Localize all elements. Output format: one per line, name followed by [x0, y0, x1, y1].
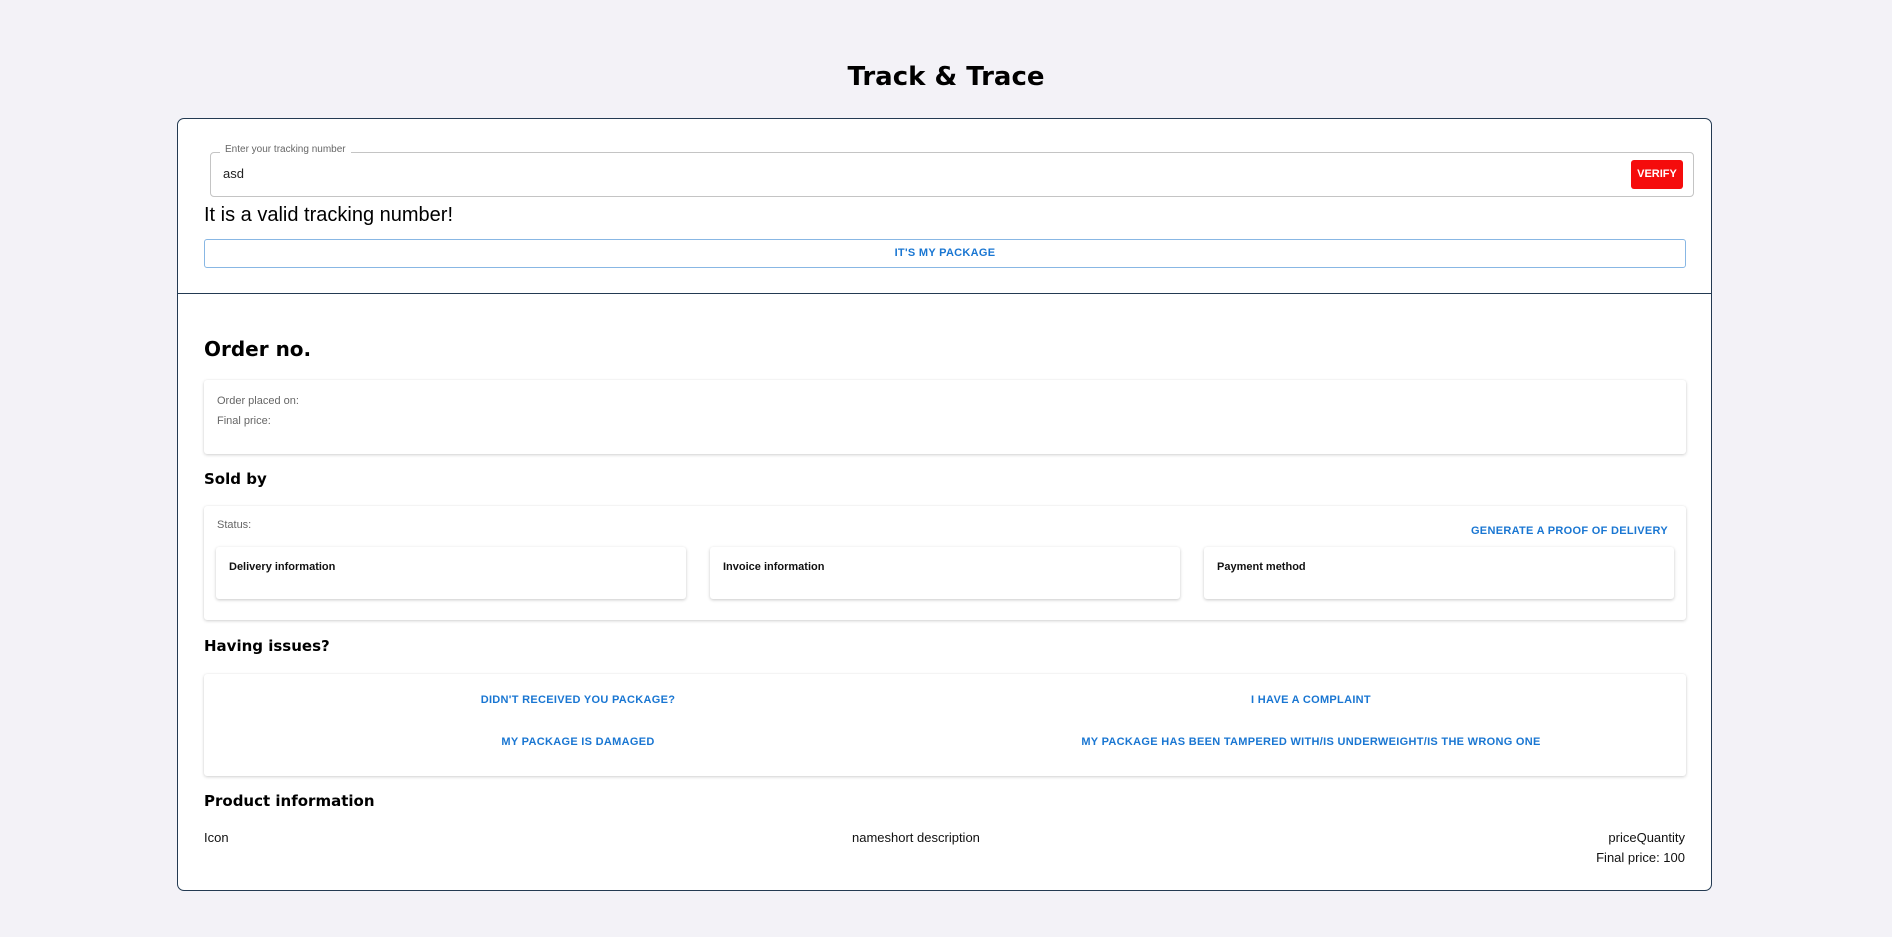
damaged-button[interactable]: MY PACKAGE IS DAMAGED — [501, 736, 654, 748]
having-issues-title: Having issues? — [204, 637, 330, 655]
status-label: Status: — [217, 519, 252, 531]
complaint-button[interactable]: I HAVE A COMPLAINT — [1251, 694, 1371, 706]
final-price-label: Final price: — [217, 415, 271, 427]
product-name-column: nameshort description — [852, 830, 980, 845]
sold-by-panel: Status: GENERATE A PROOF OF DELIVERY Del… — [204, 506, 1686, 620]
product-info-title: Product information — [204, 792, 375, 810]
tracking-number-label: Enter your tracking number — [220, 144, 351, 155]
track-card: Enter your tracking number asd VERIFY It… — [177, 118, 1712, 891]
order-summary-panel: Order placed on: Final price: — [204, 380, 1686, 454]
verify-button[interactable]: VERIFY — [1631, 160, 1683, 189]
validation-message: It is a valid tracking number! — [204, 204, 453, 226]
invoice-info-card: Invoice information — [710, 547, 1180, 599]
delivery-info-label: Delivery information — [229, 561, 336, 573]
order-title: Order no. — [204, 337, 312, 361]
not-received-button[interactable]: DIDN'T RECEIVED YOU PACKAGE? — [481, 694, 676, 706]
product-icon-column: Icon — [204, 830, 229, 845]
invoice-info-label: Invoice information — [723, 561, 825, 573]
tampered-button[interactable]: MY PACKAGE HAS BEEN TAMPERED WITH/IS UND… — [1081, 736, 1540, 748]
its-my-package-button[interactable]: IT'S MY PACKAGE — [204, 239, 1686, 268]
order-placed-label: Order placed on: — [217, 395, 299, 407]
tracking-number-input[interactable]: asd — [223, 166, 244, 181]
sold-by-title: Sold by — [204, 470, 267, 488]
payment-method-card: Payment method — [1204, 547, 1674, 599]
delivery-info-card: Delivery information — [216, 547, 686, 599]
generate-proof-button[interactable]: GENERATE A PROOF OF DELIVERY — [1471, 525, 1668, 537]
page-title: Track & Trace — [847, 62, 1045, 92]
payment-method-label: Payment method — [1217, 561, 1306, 573]
section-divider — [178, 293, 1711, 294]
product-price-column: priceQuantity — [1608, 830, 1685, 845]
tracking-number-field[interactable]: Enter your tracking number asd VERIFY — [210, 144, 1694, 197]
issues-panel: DIDN'T RECEIVED YOU PACKAGE? I HAVE A CO… — [204, 674, 1686, 776]
product-final-price: Final price: 100 — [1596, 850, 1685, 865]
